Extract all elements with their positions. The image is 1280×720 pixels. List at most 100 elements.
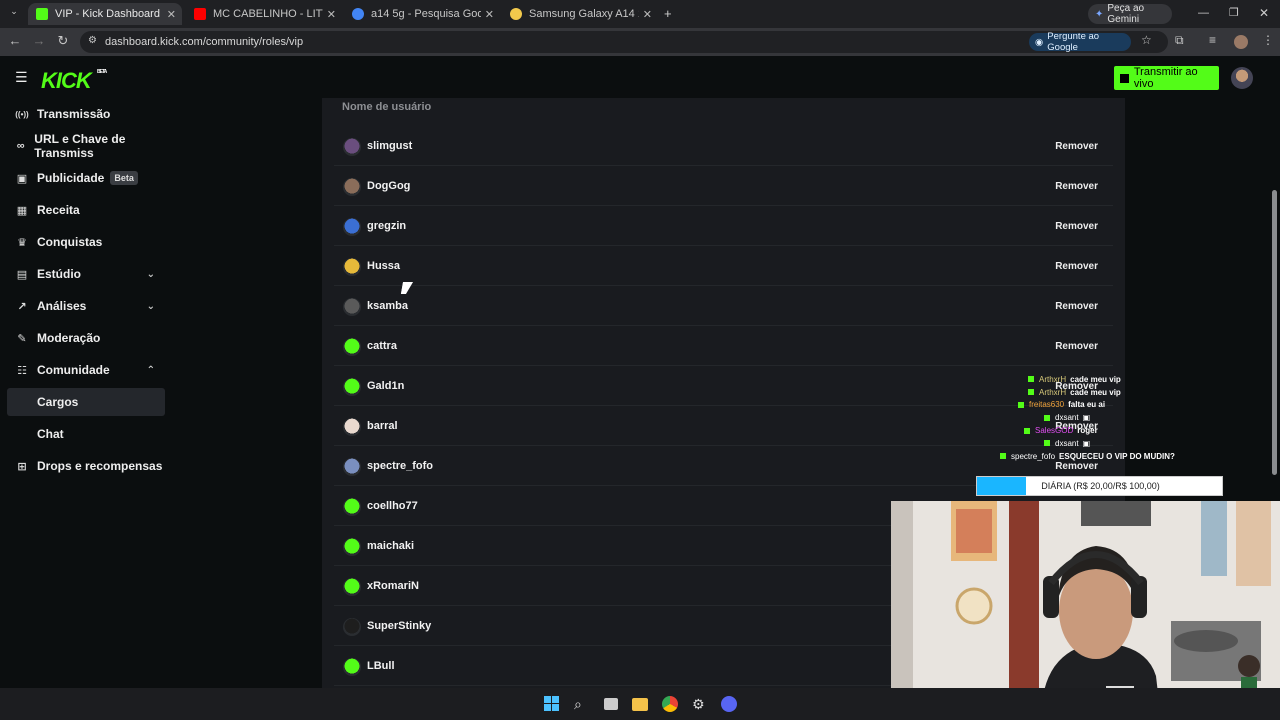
site-info-icon[interactable]: ⚙ [88, 35, 97, 46]
stream-chat-overlay: ArthxrH cade meu vip ArthxrH cade meu vip fr… [1000, 373, 1200, 463]
close-icon[interactable]: ✕ [485, 8, 494, 21]
sidebar-item-chat[interactable]: Chat [7, 420, 165, 448]
sidebar-item-estudio[interactable]: ▤ Estúdio ⌄ [7, 260, 165, 288]
username[interactable]: DogGog [367, 180, 410, 192]
beta-badge: Beta [110, 171, 138, 185]
gemini-button[interactable]: ✦ Peça ao Gemini [1088, 3, 1172, 25]
broadcast-icon: ((•)) [15, 109, 29, 119]
settings-icon[interactable]: ⚙ [692, 696, 708, 712]
search-icon[interactable]: ⌕ [574, 696, 590, 712]
kick-badge-icon [1044, 414, 1050, 421]
sidebar-item-label: URL e Chave de Transmiss [34, 132, 126, 160]
sidebar-item-transmissao[interactable]: ((•)) Transmissão [7, 100, 165, 128]
chrome-icon[interactable] [662, 696, 678, 712]
username[interactable]: ksamba [367, 300, 408, 312]
kick-badge-icon [1028, 389, 1034, 396]
tab-mc-cabelinho[interactable]: MC CABELINHO - LITTLE HAIR ✕ [186, 3, 342, 25]
close-icon[interactable]: ✕ [327, 8, 336, 21]
vip-user-row: Hussa Remover [334, 247, 1113, 286]
go-live-button[interactable]: Transmitir ao vivo [1114, 66, 1219, 90]
username[interactable]: Gald1n [367, 380, 404, 392]
sidebar-item-cargos[interactable]: Cargos [7, 388, 165, 416]
back-arrow-icon[interactable]: ← [6, 33, 24, 48]
vip-user-row: DogGog Remover [334, 167, 1113, 206]
browser-tab-bar: ⌄ VIP - Kick Dashboard ✕ MC CABELINHO - … [0, 0, 1280, 28]
browser-menu-icon[interactable]: ⋮ [1262, 33, 1274, 47]
user-avatar [343, 538, 361, 556]
file-explorer-icon[interactable] [632, 698, 648, 711]
go-live-label: Transmitir ao vivo [1133, 66, 1198, 90]
page-scrollbar[interactable] [1272, 190, 1277, 475]
forward-arrow-icon[interactable]: → [30, 33, 48, 48]
tab-list-icon[interactable]: ⌄ [6, 6, 22, 22]
tab-samsung[interactable]: Samsung Galaxy A14 128 GB 4 ✕ [502, 3, 658, 25]
ask-google-button[interactable]: ◉ Pergunte ao Google [1029, 31, 1131, 53]
windows-start-icon[interactable] [544, 696, 560, 712]
media-icon[interactable]: ≡ [1209, 33, 1216, 47]
tab-vip-kick[interactable]: VIP - Kick Dashboard ✕ [28, 3, 182, 25]
minimize-button[interactable]: — [1198, 7, 1209, 19]
username[interactable]: Hussa [367, 260, 400, 272]
chat-text: cade meu vip [1070, 374, 1121, 384]
remove-button[interactable]: Remover [1055, 261, 1098, 272]
sidebar-item-label: Conquistas [37, 235, 103, 249]
sidebar-item-comunidade[interactable]: ☷ Comunidade ⌃ [7, 356, 165, 384]
username[interactable]: LBull [367, 660, 395, 672]
donation-goal-bar: DIÁRIA (R$ 20,00/R$ 100,00) [976, 476, 1223, 496]
kick-logo[interactable]: KICK BETA [41, 68, 107, 94]
remove-button[interactable]: Remover [1055, 181, 1098, 192]
chevron-down-icon: ⌄ [146, 268, 155, 280]
username[interactable]: SuperStinky [367, 620, 431, 632]
gemini-icon: ✦ [1095, 8, 1104, 20]
maximize-button[interactable]: ❐ [1229, 6, 1239, 19]
user-avatar [343, 138, 361, 156]
reload-icon[interactable]: ↻ [54, 33, 72, 49]
username[interactable]: slimgust [367, 140, 412, 152]
url-field[interactable]: ⚙ dashboard.kick.com/community/roles/vip [80, 31, 1168, 53]
user-avatar[interactable] [1231, 67, 1253, 89]
bookmark-star-icon[interactable]: ☆ [1141, 33, 1152, 47]
new-tab-button[interactable]: + [664, 6, 672, 21]
kick-badge-icon [1024, 427, 1030, 434]
chat-text: ▣ [1082, 438, 1091, 448]
tab-label: Samsung Galaxy A14 128 GB 4 [529, 8, 639, 20]
close-icon[interactable]: ✕ [643, 8, 652, 21]
username[interactable]: maichaki [367, 540, 414, 552]
username[interactable]: gregzin [367, 220, 406, 232]
close-window-button[interactable]: ✕ [1259, 6, 1269, 20]
extensions-icon[interactable]: ⧉ [1175, 33, 1184, 48]
username[interactable]: xRomariN [367, 580, 419, 592]
profile-avatar[interactable] [1234, 35, 1248, 49]
sidebar-item-url-chave[interactable]: ∞ URL e Chave de Transmiss [7, 132, 165, 160]
user-avatar [343, 618, 361, 636]
username[interactable]: coellho77 [367, 500, 418, 512]
chart-icon: ↗ [17, 300, 27, 313]
sidebar-item-moderacao[interactable]: ✎ Moderação [7, 324, 165, 352]
vip-user-row: ksamba Remover [334, 287, 1113, 326]
sidebar-item-publicidade[interactable]: ▣ Publicidade Beta [7, 164, 165, 192]
sidebar-item-analises[interactable]: ↗ Análises ⌄ [7, 292, 165, 320]
sidebar-item-label: Drops e recompensas [37, 459, 163, 473]
remove-button[interactable]: Remover [1055, 341, 1098, 352]
username[interactable]: barral [367, 420, 398, 432]
remove-button[interactable]: Remover [1055, 141, 1098, 152]
chat-username: freitas630 [1029, 400, 1065, 410]
task-view-icon[interactable] [604, 698, 618, 710]
remove-button[interactable]: Remover [1055, 461, 1098, 472]
discord-icon[interactable] [721, 696, 737, 712]
sidebar-item-conquistas[interactable]: ♛ Conquistas [7, 228, 165, 256]
remove-button[interactable]: Remover [1055, 221, 1098, 232]
sidebar-item-receita[interactable]: ▦ Receita [7, 196, 165, 224]
vip-user-row: cattra Remover [334, 327, 1113, 366]
close-icon[interactable]: ✕ [167, 8, 176, 21]
username[interactable]: cattra [367, 340, 397, 352]
chat-text: roger [1077, 426, 1098, 436]
username[interactable]: spectre_fofo [367, 460, 433, 472]
vip-user-row: slimgust Remover [334, 127, 1113, 166]
megaphone-icon: ▣ [16, 172, 28, 185]
hamburger-menu-icon[interactable]: ☰ [15, 69, 28, 86]
tab-google-search[interactable]: a14 5g - Pesquisa Google ✕ [344, 3, 500, 25]
sidebar-item-drops[interactable]: ⊞ Drops e recompensas [7, 452, 165, 480]
remove-button[interactable]: Remover [1055, 301, 1098, 312]
tab-label: a14 5g - Pesquisa Google [371, 8, 481, 20]
